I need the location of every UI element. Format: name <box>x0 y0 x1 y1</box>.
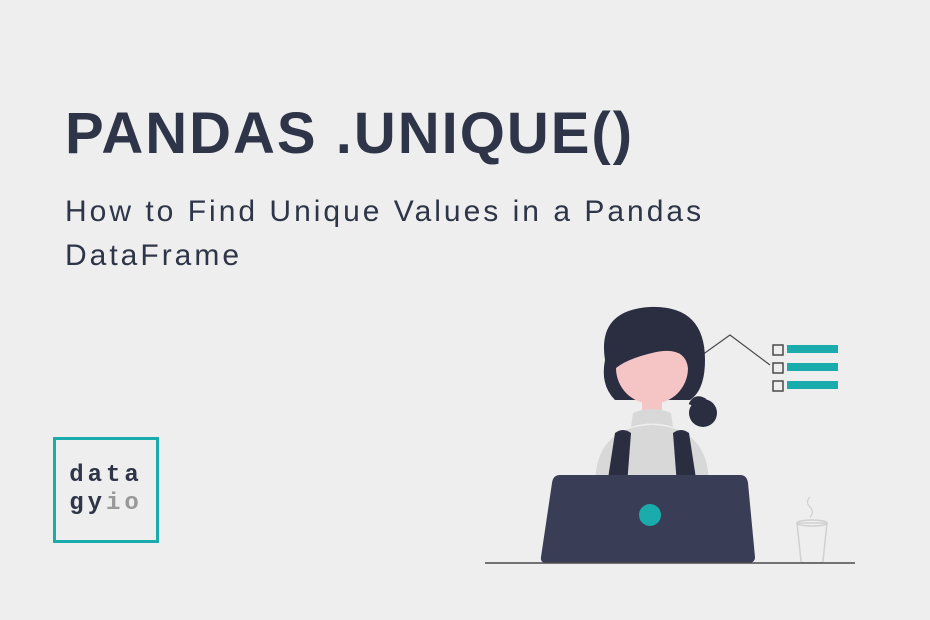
person-laptop-illustration <box>455 305 885 565</box>
checklist-icon <box>773 345 838 391</box>
logo-line2: gyio <box>69 490 143 518</box>
mug-icon <box>797 497 827 563</box>
page-title: PANDAS .UNIQUE() <box>65 100 634 167</box>
datagy-logo: data gyio <box>53 437 159 543</box>
logo-line1: data <box>69 462 143 490</box>
page-subtitle: How to Find Unique Values in a Pandas Da… <box>65 190 825 277</box>
